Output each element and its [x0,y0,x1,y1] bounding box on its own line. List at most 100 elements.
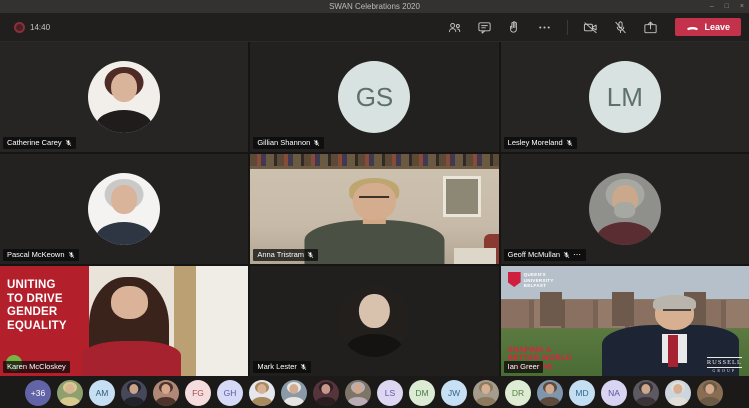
close-button[interactable]: × [740,3,744,10]
filmstrip-avatar[interactable] [665,380,691,406]
video-tile-pascal-mckeown[interactable]: Pascal McKeown [0,154,248,264]
avatar-initials: DM [415,388,428,398]
participant-name: Pascal McKeown [7,251,65,259]
participant-name: Geoff McMullan [508,251,560,259]
filmstrip-avatar[interactable]: LS [377,380,403,406]
avatar-initials: FG [192,388,204,398]
filmstrip-avatar[interactable]: FG [185,380,211,406]
avatar [250,266,498,376]
filmstrip: +36 AM FG GH LS DM JW DR MD NA [0,376,749,408]
participant-name: Karen McCloskey [7,363,66,371]
live-video [250,154,498,264]
participant-name-tag: Mark Lester [253,361,311,373]
participant-name-tag: Ian Greer [504,361,544,373]
filmstrip-avatar[interactable] [345,380,371,406]
participant-name: Mark Lester [257,363,297,371]
participant-name: Gillian Shannon [257,139,310,147]
filmstrip-avatar[interactable] [313,380,339,406]
more-options-icon[interactable] [537,20,552,35]
mic-muted-icon [65,139,72,147]
leave-label: Leave [704,22,730,32]
avatar-initials: LM [607,82,643,113]
filmstrip-avatar[interactable]: DR [505,380,531,406]
mic-muted-icon [313,139,320,147]
profile-photo [88,61,160,133]
filmstrip-avatar[interactable] [121,380,147,406]
participant-name: Catherine Carey [7,139,62,147]
participant-name-tag: Pascal McKeown [3,249,79,261]
leave-button[interactable]: Leave [675,18,741,36]
initials-avatar: LM [589,61,661,133]
profile-photo [338,285,410,357]
maximize-button[interactable]: □ [725,3,729,10]
participant-name: Lesley Moreland [508,139,563,147]
filmstrip-avatar[interactable] [537,380,563,406]
filmstrip-avatar[interactable] [633,380,659,406]
filmstrip-avatar[interactable] [153,380,179,406]
avatar [501,154,749,264]
overflow-count-badge[interactable]: +36 [25,380,51,406]
video-tile-mark-lester[interactable]: Mark Lester [250,266,498,376]
meeting-toolbar: 14:40 [0,13,749,42]
avatar-initials: MD [575,388,588,398]
video-tile-anna-tristram[interactable]: Anna Tristram [250,154,498,264]
live-video-university-backdrop: QUEEN'S UNIVERSITY BELFAST SHAPING A BET… [501,266,749,376]
filmstrip-avatar[interactable] [473,380,499,406]
camera-off-icon[interactable] [583,20,598,35]
mic-muted-icon [307,251,314,259]
avatar [0,154,248,264]
video-tile-lesley-moreland[interactable]: LM Lesley Moreland [501,42,749,152]
share-screen-icon[interactable] [643,20,658,35]
tile-more-options-icon[interactable]: ⋯ [573,251,582,259]
mic-muted-icon [300,363,307,371]
queens-university-logo: QUEEN'S UNIVERSITY BELFAST [508,272,554,289]
participant-name: Anna Tristram [257,251,304,259]
filmstrip-avatar[interactable] [57,380,83,406]
profile-photo [589,173,661,245]
filmstrip-avatar[interactable] [249,380,275,406]
toolbar-divider [567,20,568,35]
participant-name-tag: Anna Tristram [253,249,318,261]
video-tile-catherine-carey[interactable]: Catherine Carey [0,42,248,152]
filmstrip-avatar[interactable]: DM [409,380,435,406]
toolbar-actions: Leave [447,18,741,36]
initials-avatar: GS [338,61,410,133]
filmstrip-avatar[interactable]: JW [441,380,467,406]
mic-muted-icon [566,139,573,147]
avatar [0,42,248,152]
avatar-initials: GS [356,82,394,113]
teams-meeting-window: SWAN Celebrations 2020 – □ × 14:40 [0,0,749,408]
window-titlebar: SWAN Celebrations 2020 – □ × [0,0,749,13]
filmstrip-avatar[interactable] [281,380,307,406]
avatar-initials: LS [385,388,395,398]
participant-name-tag: Lesley Moreland [504,137,577,149]
filmstrip-avatar[interactable]: GH [217,380,243,406]
filmstrip-avatar[interactable] [697,380,723,406]
mic-muted-icon [563,251,570,259]
video-tile-geoff-mcmullan[interactable]: Geoff McMullan ⋯ [501,154,749,264]
chat-icon[interactable] [477,20,492,35]
profile-photo [88,173,160,245]
avatar: LM [501,42,749,152]
mic-muted-icon [68,251,75,259]
raise-hand-icon[interactable] [507,20,522,35]
filmstrip-avatar[interactable]: NA [601,380,627,406]
filmstrip-avatar[interactable]: AM [89,380,115,406]
participant-name-tag: Gillian Shannon [253,137,324,149]
video-tile-ian-greer[interactable]: QUEEN'S UNIVERSITY BELFAST SHAPING A BET… [501,266,749,376]
hangup-phone-icon [686,24,699,31]
video-tile-karen-mccloskey[interactable]: UNITING TO DRIVE GENDER EQUALITY Karen M… [0,266,248,376]
video-tile-gillian-shannon[interactable]: GS Gillian Shannon [250,42,498,152]
mic-muted-icon[interactable] [613,20,628,35]
participant-name: Ian Greer [508,363,540,371]
recording-indicator: 14:40 [14,22,50,33]
record-dot-icon [14,22,25,33]
meeting-timer: 14:40 [30,23,50,32]
live-video: UNITING TO DRIVE GENDER EQUALITY [0,266,248,376]
avatar: GS [250,42,498,152]
filmstrip-avatar[interactable]: MD [569,380,595,406]
minimize-button[interactable]: – [710,3,714,10]
window-controls: – □ × [710,0,744,13]
participant-name-tag: Catherine Carey [3,137,76,149]
participants-icon[interactable] [447,20,462,35]
